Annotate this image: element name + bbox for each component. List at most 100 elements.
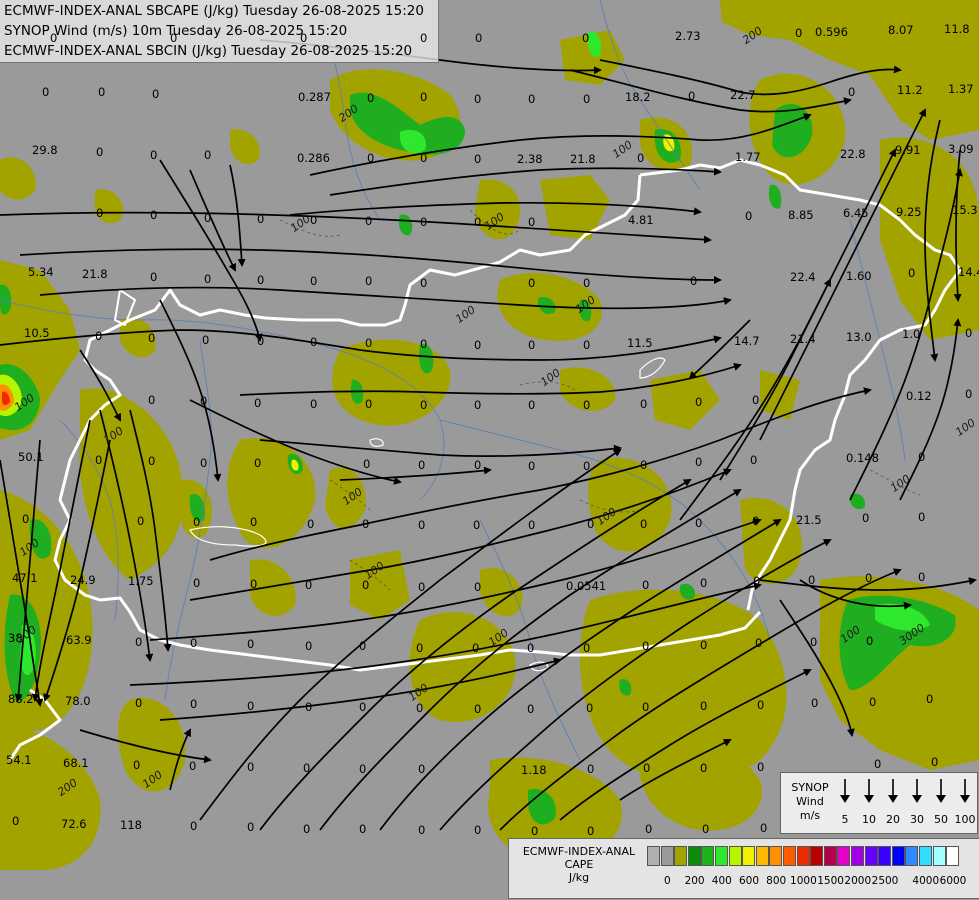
cape-tick-label: 2500 [871, 875, 899, 887]
cape-value-label: 0 [752, 393, 760, 407]
cape-tick-label: 200 [684, 875, 705, 887]
cape-value-label: 0 [965, 326, 973, 340]
cape-color-swatch [701, 846, 715, 866]
cape-tick-label: 2000 [844, 875, 872, 887]
cape-value-label: 0 [918, 570, 926, 584]
cape-value-label: 0 [307, 517, 315, 531]
cape-value-label: 15.3 [952, 203, 978, 217]
cape-value-label: 0 [418, 762, 426, 776]
cape-value-label: 2.38 [517, 152, 543, 166]
cape-value-label: 0 [642, 700, 650, 714]
cape-value-label: 1.77 [735, 150, 761, 164]
cape-value-label: 88.2 [8, 692, 34, 706]
cape-value-label: 0 [365, 214, 373, 228]
cape-value-label: 0 [148, 393, 156, 407]
cape-value-label: 0 [528, 338, 536, 352]
cape-value-label: 0 [757, 698, 765, 712]
cape-value-label: 0.0541 [566, 579, 607, 593]
cape-value-label: 0 [247, 637, 255, 651]
cape-color-swatch [851, 846, 864, 866]
cape-value-label: 0 [148, 454, 156, 468]
cape-color-legend: ECMWF-INDEX-ANAL CAPE J/kg 0 200 400 600 800… [508, 838, 979, 899]
cape-value-label: 0.12 [906, 389, 932, 403]
cape-value-label: 0 [416, 701, 424, 715]
cape-value-label: 0 [148, 331, 156, 345]
cape-value-label: 11.8 [944, 22, 970, 36]
cape-color-swatch [783, 846, 796, 866]
cape-value-label: 0 [874, 757, 882, 771]
cape-value-label: 0 [250, 515, 258, 529]
cape-value-label: 0 [700, 699, 708, 713]
cape-value-label: 0 [150, 208, 158, 222]
cape-value-label: 0 [418, 458, 426, 472]
wind-arrow-icon [905, 777, 929, 811]
cape-color-swatch [742, 846, 756, 866]
cape-value-label: 0 [528, 276, 536, 290]
cape-value-label: 72.6 [61, 817, 87, 831]
cape-value-label: 0 [135, 635, 143, 649]
cape-value-label: 5.34 [28, 265, 54, 279]
cape-value-label: 0.596 [815, 25, 848, 39]
cape-value-label: 0 [528, 92, 536, 106]
map-title-box: ECMWF-INDEX-ANAL SBCAPE (J/kg) Tuesday 2… [0, 0, 439, 63]
cape-value-label: 0 [365, 274, 373, 288]
cape-value-label: 8.85 [788, 208, 814, 222]
cape-value-label: 0 [918, 450, 926, 464]
cape-color-swatch [932, 846, 946, 866]
cape-value-label: 0 [420, 31, 428, 45]
cape-color-swatch [919, 846, 932, 866]
cape-value-label: 0 [200, 394, 208, 408]
cape-value-label: 18.2 [625, 90, 651, 104]
cape-value-label: 0 [310, 335, 318, 349]
cape-value-label: 21.8 [570, 152, 596, 166]
cape-value-label: 0 [640, 397, 648, 411]
cape-value-label: 0 [908, 266, 916, 280]
wind-arrow-icon [833, 777, 857, 811]
cape-value-label: 0 [531, 824, 539, 838]
cape-value-label: 0 [247, 699, 255, 713]
cape-value-label: 22.8 [840, 147, 866, 161]
cape-value-label: 13.0 [846, 330, 872, 344]
cape-value-label: 0 [869, 695, 877, 709]
cape-value-label: 0.287 [298, 90, 331, 104]
cape-tick-label: 1500 [817, 875, 844, 887]
cape-value-label: 0 [643, 761, 651, 775]
cape-value-label: 0 [254, 396, 262, 410]
cape-value-label: 0 [420, 151, 428, 165]
cape-value-label: 0 [362, 517, 370, 531]
cape-value-label: 0 [640, 517, 648, 531]
cape-value-label: 22.7 [730, 88, 756, 102]
cape-value-label: 78.0 [65, 694, 91, 708]
cape-value-label: 0 [474, 580, 482, 594]
cape-value-label: 0 [305, 578, 313, 592]
cape-value-label: 0 [695, 516, 703, 530]
cape-tick-label: 800 [766, 875, 787, 887]
cape-value-label: 0 [583, 276, 591, 290]
cape-value-label: 0 [204, 272, 212, 286]
cape-value-label: 0 [418, 823, 426, 837]
cape-value-label: 0 [700, 638, 708, 652]
cape-value-label: 0 [22, 512, 30, 526]
cape-color-swatch [647, 846, 660, 866]
cape-value-label: 0 [640, 458, 648, 472]
cin-title: ECMWF-INDEX-ANAL SBCIN (J/kg) Tuesday 26… [4, 43, 413, 59]
cape-value-label: 0 [363, 457, 371, 471]
cape-value-label: 0 [862, 511, 870, 525]
cape-value-label: 0 [583, 398, 591, 412]
cape-value-label: 0 [795, 26, 803, 40]
wind-speed-label: 100 [954, 813, 976, 826]
cape-value-label: 21.8 [82, 267, 108, 281]
cape-value-label: 0.148 [846, 451, 879, 465]
cape-value-label: 1.0 [902, 327, 921, 341]
cape-value-label: 0 [310, 274, 318, 288]
cape-value-label: 0 [808, 573, 816, 587]
cape-value-label: 0 [420, 215, 428, 229]
cape-value-label: 0 [257, 273, 265, 287]
cape-value-label: 0 [98, 85, 106, 99]
cape-color-swatch [837, 846, 851, 866]
cape-title: ECMWF-INDEX-ANAL SBCAPE (J/kg) Tuesday 2… [4, 3, 424, 19]
cape-value-label: 0 [645, 822, 653, 836]
cape-color-swatch [755, 846, 769, 866]
cape-value-label: 0 [133, 758, 141, 772]
cape-value-label: 0 [700, 576, 708, 590]
